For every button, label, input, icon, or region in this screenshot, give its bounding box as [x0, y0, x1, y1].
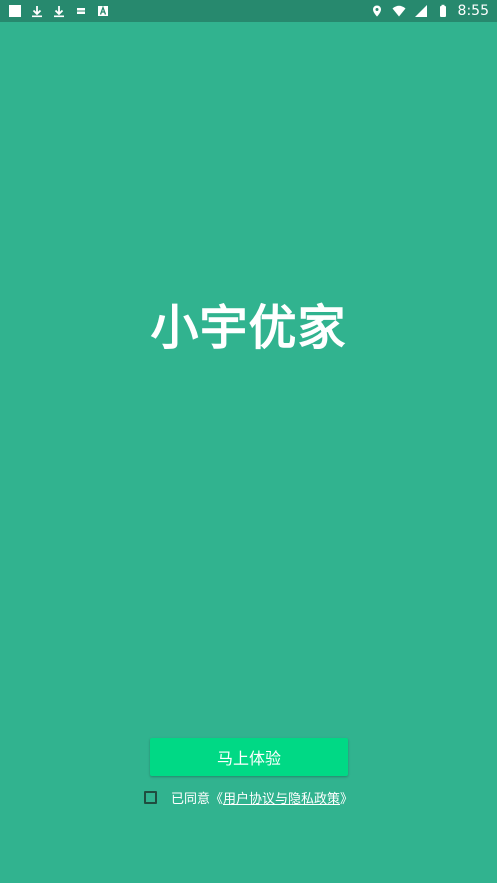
a-badge-icon [96, 4, 110, 18]
agreement-row: 已同意《 用户协议与隐私政策 》 [0, 787, 497, 807]
agreement-prefix: 已同意《 [170, 791, 223, 807]
status-bar-right: 8:55 [370, 0, 489, 22]
agreement-suffix: 》 [340, 791, 354, 807]
square-icon [8, 4, 22, 18]
start-experience-button[interactable]: 马上体验 [150, 738, 348, 776]
status-time: 8:55 [457, 3, 489, 19]
status-bar: 8:55 [0, 0, 497, 22]
app-title: 小宇优家 [150, 300, 347, 356]
status-bar-left [8, 4, 110, 18]
agree-checkbox[interactable] [143, 790, 157, 804]
location-icon [370, 4, 384, 18]
storage-icon [74, 4, 88, 18]
policy-link[interactable]: 用户协议与隐私政策 [223, 788, 340, 807]
wifi-icon [392, 4, 406, 18]
battery-icon [436, 4, 450, 18]
download-icon [52, 4, 66, 18]
signal-icon [414, 4, 428, 18]
download-icon [30, 4, 44, 18]
